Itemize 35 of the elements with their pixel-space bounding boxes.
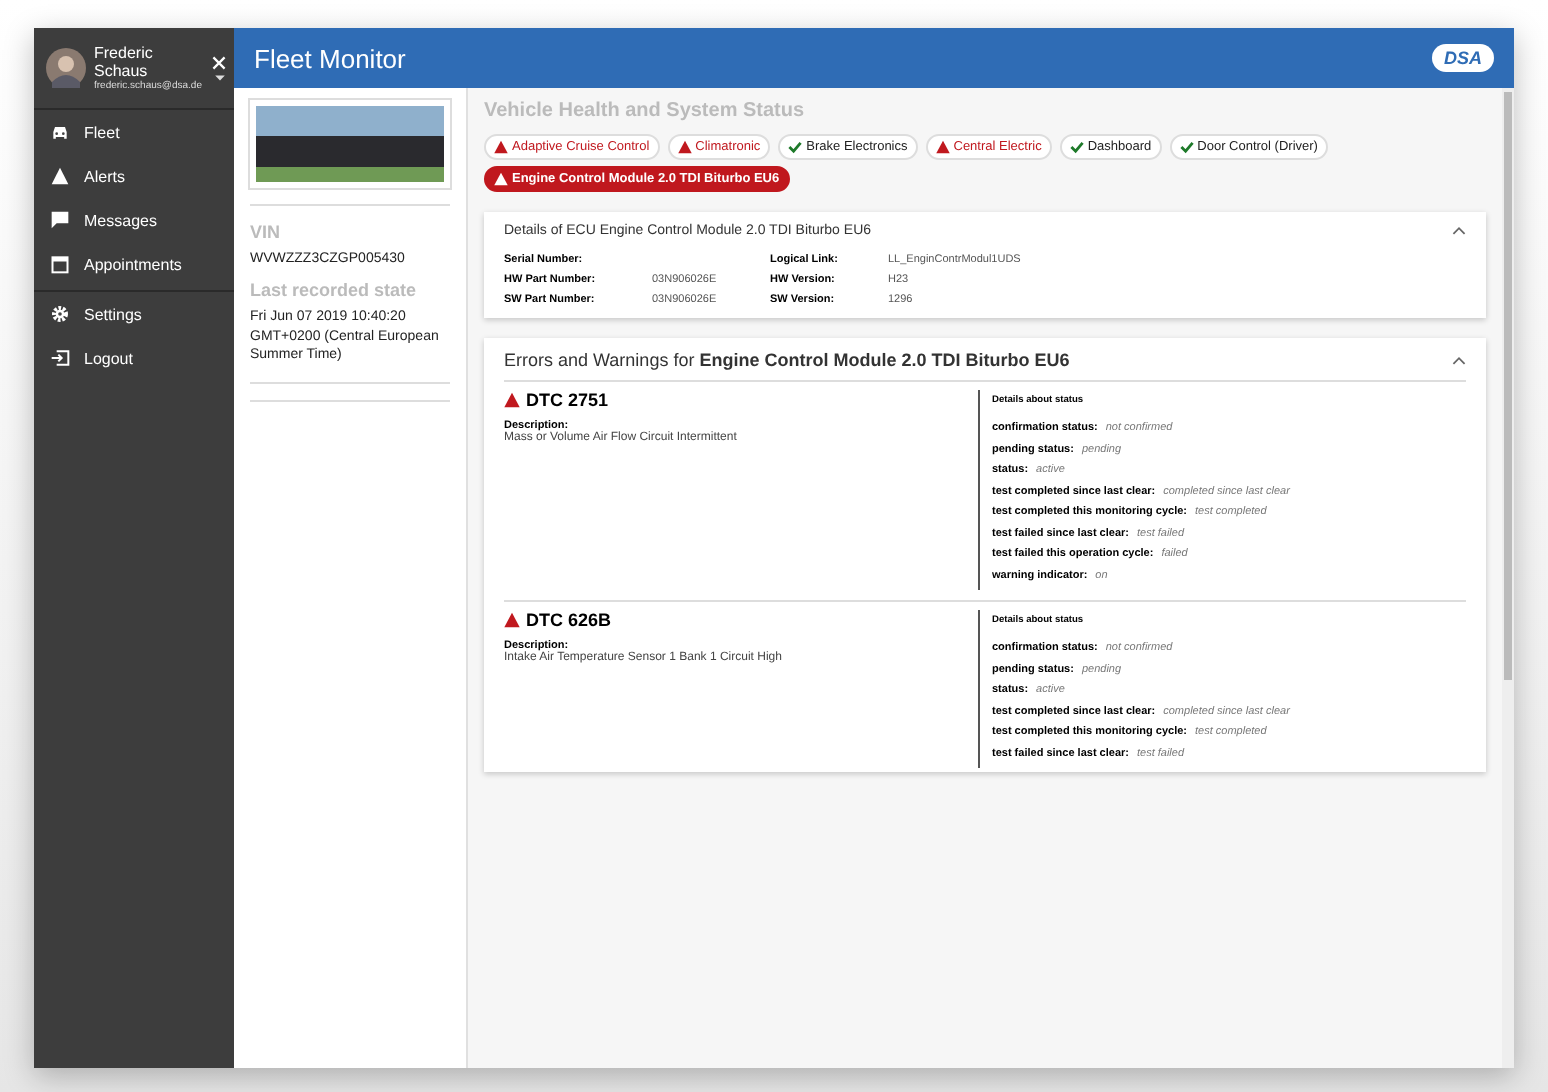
chevron-icon[interactable] (1452, 226, 1466, 236)
warning-icon (50, 166, 70, 186)
scrollbar[interactable] (1502, 88, 1514, 1068)
app-title: Fleet Monitor (254, 43, 406, 73)
nav-item[interactable]: Logout (34, 336, 234, 380)
section-title: Vehicle Health and System Status (484, 100, 807, 122)
settings-icon (50, 304, 70, 324)
warning-icon (504, 612, 520, 628)
check-icon (1069, 140, 1084, 154)
warning-icon (677, 140, 692, 154)
panel-title: Errors and Warnings for Engine Control Module 2.0 TDI Biturbo EU6 (504, 350, 1070, 370)
state-label: Last recorded state (250, 280, 419, 301)
logo: DSA (1431, 44, 1494, 72)
warning-icon (494, 140, 508, 154)
nav-item[interactable]: Messages (34, 198, 234, 242)
user-name: Frederic Schaus (94, 44, 155, 80)
warning-icon (504, 392, 520, 408)
check-icon (788, 140, 803, 154)
dtc-code: DTC 626B (526, 610, 612, 630)
calendar-icon (50, 254, 70, 274)
avatar-icon (46, 48, 86, 88)
message-icon (50, 210, 70, 230)
chevron-icon[interactable] (1452, 355, 1466, 365)
warning-icon (935, 140, 950, 154)
check-icon (1179, 140, 1194, 154)
nav-item[interactable]: Alerts (34, 154, 234, 198)
nav-item[interactable]: Appointments (34, 242, 234, 286)
nav-item[interactable]: Fleet (34, 110, 234, 154)
car-icon (50, 122, 70, 142)
close-icon[interactable] (212, 55, 226, 69)
dtc-code: DTC 2751 (526, 390, 609, 410)
vin-label: VIN (250, 222, 283, 242)
warning-icon (494, 172, 508, 186)
logout-icon (50, 348, 70, 368)
caret-icon[interactable] (213, 73, 225, 81)
